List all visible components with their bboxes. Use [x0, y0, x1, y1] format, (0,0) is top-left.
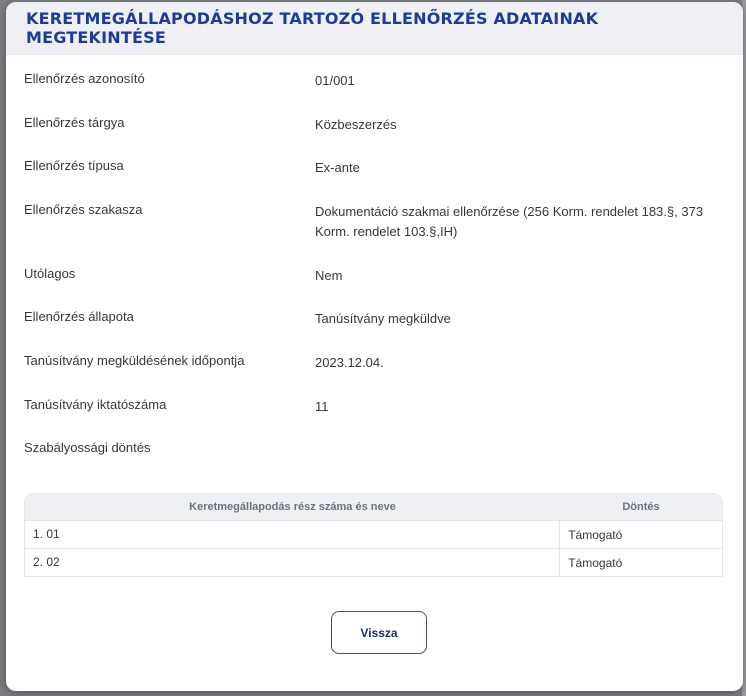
column-header-decision[interactable]: Döntés: [560, 501, 722, 513]
detail-value: Közbeszerzés: [315, 117, 397, 132]
detail-value: Nem: [315, 268, 343, 283]
detail-value: Tanúsítvány megküldve: [315, 311, 451, 326]
detail-label: Tanúsítvány megküldésének időpontja: [24, 353, 245, 368]
table-row: 2. 02 Támogató: [25, 548, 722, 576]
detail-label: Utólagos: [24, 266, 76, 281]
table-cell-decision: Támogató: [568, 555, 623, 570]
detail-label: Tanúsítvány iktatószáma: [24, 397, 167, 412]
detail-label: Ellenőrzés állapota: [24, 309, 134, 324]
detail-label: Szabályossági döntés: [24, 440, 151, 455]
modal-header: KERETMEGÁLLAPODÁSHOZ TARTOZÓ ELLENŐRZÉS …: [6, 2, 743, 55]
detail-value: 01/001: [315, 73, 355, 88]
column-header-name[interactable]: Keretmegállapodás rész száma és neve: [25, 501, 560, 513]
detail-value: Dokumentáció szakmai ellenőrzése (256 Ko…: [315, 204, 704, 239]
modal-title: KERETMEGÁLLAPODÁSHOZ TARTOZÓ ELLENŐRZÉS …: [26, 9, 599, 47]
detail-label: Ellenőrzés szakasza: [24, 202, 143, 217]
detail-value: 2023.12.04.: [315, 355, 384, 370]
detail-value: 11: [315, 399, 329, 414]
detail-label: Ellenőrzés típusa: [24, 158, 124, 173]
table-cell-name: 1. 01: [25, 521, 561, 548]
detail-modal: KERETMEGÁLLAPODÁSHOZ TARTOZÓ ELLENŐRZÉS …: [6, 2, 743, 691]
back-button[interactable]: Vissza: [331, 611, 427, 654]
table-cell-decision: Támogató: [568, 527, 623, 542]
table-header: Keretmegállapodás rész száma és neve Dön…: [25, 494, 722, 520]
framework-parts-table: Keretmegállapodás rész száma és neve Dön…: [24, 493, 723, 577]
table-cell-name: 2. 02: [25, 549, 561, 576]
detail-value: Ex-ante: [315, 160, 360, 175]
detail-label: Ellenőrzés azonosító: [24, 71, 145, 86]
detail-label: Ellenőrzés tárgya: [24, 115, 125, 130]
table-row: 1. 01 Támogató: [25, 520, 722, 548]
